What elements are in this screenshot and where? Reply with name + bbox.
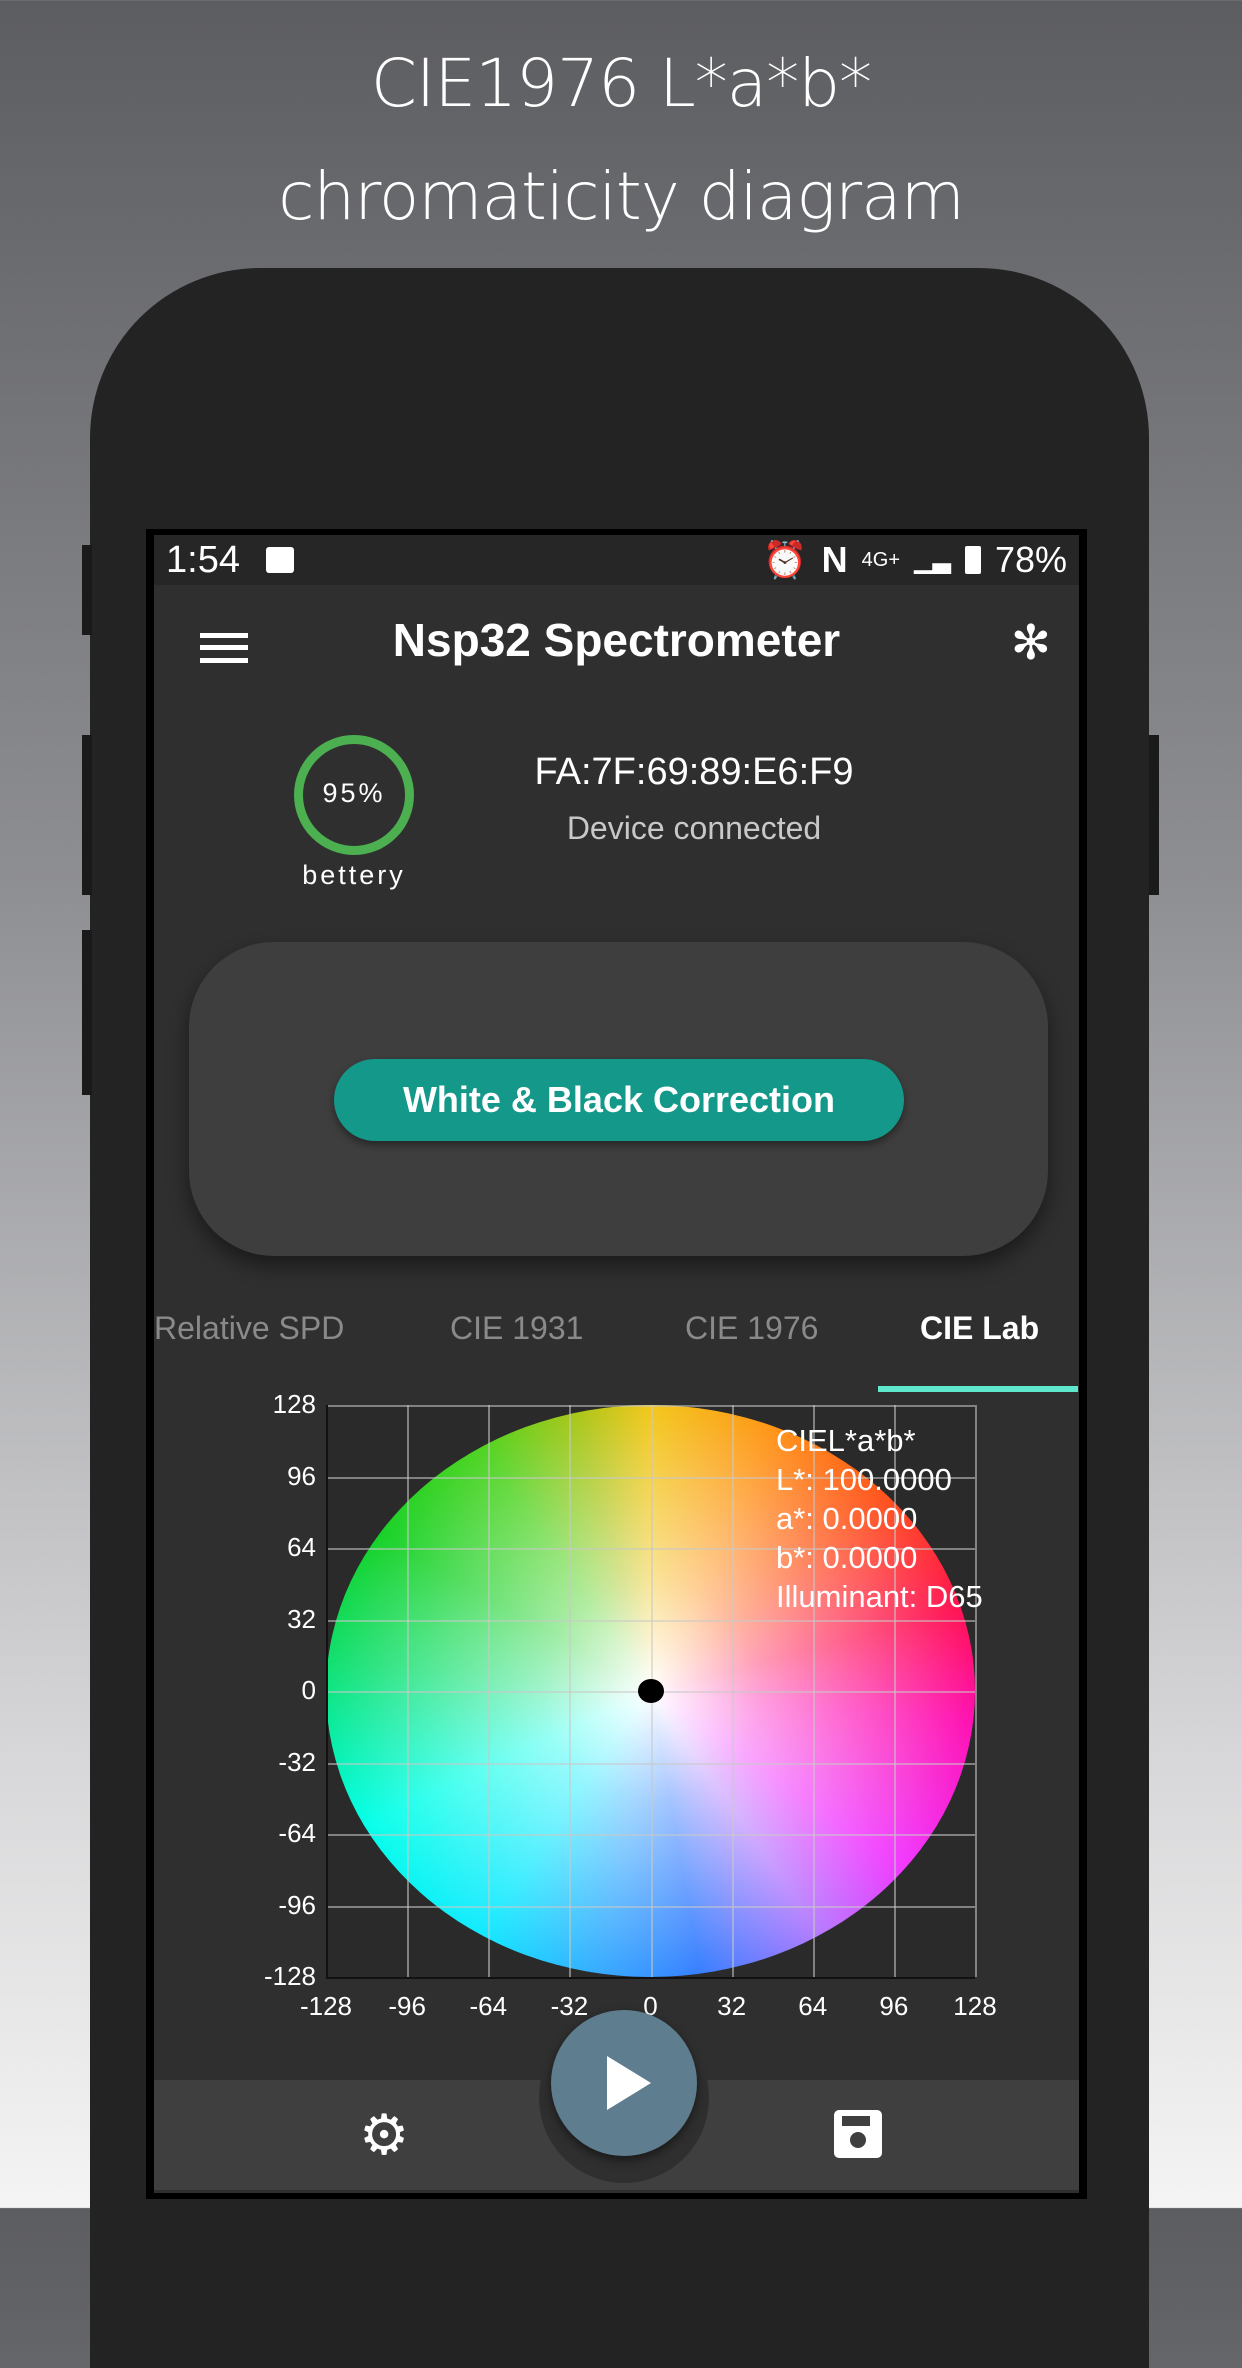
app-title: Nsp32 Spectrometer [392,614,841,666]
data-point [637,1679,664,1703]
grid-line-y [326,1762,975,1765]
battery-percent: 78% [994,539,1067,580]
bluetooth-icon[interactable]: ✻ [1011,615,1051,671]
save-icon[interactable] [834,2110,882,2158]
signal-icon: ▁▃ [914,546,951,574]
y-tick-label: -64 [278,1818,316,1848]
annotation-a: a*: 0.0000 [776,1501,918,1536]
battery-percent-value: 95% [322,778,386,808]
tab-cie-lab[interactable]: CIE Lab [920,1310,1039,1347]
y-tick-label: -128 [263,1961,316,1991]
lab-annotation: CIEL*a*b* L*: 100.0000 a*: 0.0000 b*: 0.… [776,1421,983,1616]
play-button[interactable] [551,2010,697,2156]
battery-label: bettery [302,860,406,890]
tab-indicator [878,1386,1078,1392]
tab-cie-1976[interactable]: CIE 1976 [685,1310,818,1347]
grid-line-y [326,1834,975,1836]
x-tick-label: -96 [388,1991,426,2021]
x-tick-label: -64 [469,1991,508,2021]
y-tick-label: 32 [287,1603,316,1634]
play-icon [607,2056,651,2110]
headline-line1: CIE1976 L*a*b* [370,45,872,122]
y-axis [326,1405,328,1977]
grid-line-y [326,1405,975,1407]
status-bar: 1:54 ⏰ N 4G+ ▁▃ 78% [154,535,1079,585]
x-tick-label: 128 [953,1991,997,2021]
device-status: Device connected [566,810,822,846]
annotation-l: L*: 100.0000 [776,1462,952,1497]
y-tick-label: -32 [278,1746,316,1777]
tab-cie-1931[interactable]: CIE 1931 [450,1310,583,1347]
x-tick-label: -128 [299,1991,353,2021]
network-type: 4G+ [861,548,901,571]
side-button [1149,735,1159,895]
annotation-title: CIEL*a*b* [776,1423,916,1458]
y-tick-label: 96 [287,1460,316,1491]
status-time: 1:54 [166,538,240,581]
x-tick-label: 64 [798,1991,828,2021]
side-button [82,930,92,1095]
white-black-correction-button[interactable]: White & Black Correction [334,1059,904,1141]
grid-line-y [326,1905,975,1908]
battery-icon [964,546,981,574]
y-tick-label: -96 [278,1889,316,1920]
image-icon [265,547,294,573]
side-button [82,735,92,895]
nfc-icon: N [821,539,848,580]
app-bar: Nsp32 Spectrometer ✻ [154,585,1079,712]
y-tick-label: 64 [287,1532,316,1562]
y-tick-label: 128 [272,1389,316,1419]
tab-relative-spd[interactable]: Relative SPD [154,1310,344,1347]
screen: 1:54 ⏰ N 4G+ ▁▃ 78% Nsp32 Spectrometer ✻… [146,529,1087,2199]
x-tick-label: 32 [717,1991,747,2021]
gear-icon[interactable]: ⚙ [359,2102,409,2168]
correction-card: White & Black Correction [189,942,1048,1256]
grid-line-y [326,1619,975,1622]
annotation-b: b*: 0.0000 [776,1540,918,1575]
x-axis [326,1977,975,1979]
device-mac: FA:7F:69:89:E6:F9 [534,751,854,793]
annotation-illuminant: Illuminant: D65 [776,1579,983,1614]
headline-line2: chromaticity diagram [278,158,965,235]
y-tick-label: 0 [301,1675,316,1705]
x-tick-label: 96 [879,1991,909,2021]
alarm-icon: ⏰ [762,539,808,580]
side-button [82,545,92,635]
